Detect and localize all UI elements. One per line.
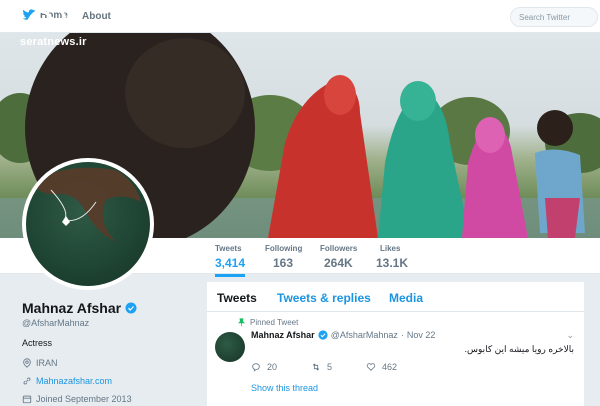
tweet-author[interactable]: Mahnaz Afshar xyxy=(251,330,315,340)
stat-value: 13.1K xyxy=(376,256,409,270)
profile-avatar[interactable] xyxy=(22,158,154,290)
chevron-down-icon[interactable]: ⌄ xyxy=(566,330,574,341)
profile-name-text: Mahnaz Afshar xyxy=(22,300,122,316)
watermark-text: seratnews.ir xyxy=(20,36,87,48)
retweet-button[interactable]: 5 xyxy=(311,362,332,372)
link-icon xyxy=(23,377,31,385)
nav-about[interactable]: About xyxy=(82,11,111,22)
profile-joined: Joined September 2013 xyxy=(22,394,132,404)
profile-website-link[interactable]: Mahnazafshar.com xyxy=(36,376,112,386)
seratnews-logo xyxy=(24,6,66,32)
profile-website[interactable]: Mahnazafshar.com xyxy=(22,376,112,386)
stat-label: Likes xyxy=(380,244,401,253)
show-thread-link[interactable]: Show this thread xyxy=(251,383,318,393)
profile-location-text: IRAN xyxy=(36,358,58,368)
profile-location: IRAN xyxy=(22,358,58,368)
top-nav: Home About Search Twitter xyxy=(0,0,600,33)
stat-following[interactable]: Following 163 xyxy=(265,244,302,270)
tab-media[interactable]: Media xyxy=(389,291,423,305)
reply-count: 20 xyxy=(267,362,278,372)
tweet-actions: 20 5 462 xyxy=(251,362,431,372)
stat-tweets[interactable]: Tweets 3,414 xyxy=(215,244,246,277)
avatar-photo xyxy=(31,167,141,242)
stat-label: Followers xyxy=(320,244,358,253)
stat-label: Tweets xyxy=(215,244,242,253)
like-count: 462 xyxy=(382,362,398,372)
tweet-separator: · xyxy=(400,330,404,340)
pinned-label: Pinned Tweet xyxy=(250,318,299,327)
location-pin-icon xyxy=(23,358,31,368)
reply-icon xyxy=(252,363,260,372)
verified-badge-icon xyxy=(318,330,328,340)
retweet-count: 5 xyxy=(327,362,333,372)
tab-tweets-replies[interactable]: Tweets & replies xyxy=(277,291,371,305)
profile-joined-text: Joined September 2013 xyxy=(36,394,132,404)
stat-value: 163 xyxy=(273,256,294,270)
tab-tweets[interactable]: Tweets xyxy=(217,291,257,305)
reply-button[interactable]: 20 xyxy=(251,362,277,372)
profile-handle[interactable]: @AfsharMahnaz xyxy=(22,318,89,328)
like-button[interactable]: 462 xyxy=(366,362,397,372)
profile-name: Mahnaz Afshar xyxy=(22,300,137,316)
tweet-header: Mahnaz Afshar @AfsharMahnaz · Nov 22 xyxy=(251,330,435,340)
tweet-date[interactable]: Nov 22 xyxy=(407,330,436,340)
stat-label: Following xyxy=(265,244,303,253)
tweet-text: بالاخره رویا میشه این کابوس. xyxy=(464,344,574,354)
verified-badge-icon xyxy=(125,302,137,314)
pinned-indicator: Pinned Tweet xyxy=(237,318,298,327)
retweet-icon xyxy=(312,363,320,371)
timeline: Tweets Tweets & replies Media Pinned Twe… xyxy=(207,282,584,406)
tweet-handle[interactable]: @AfsharMahnaz xyxy=(331,330,398,340)
calendar-icon xyxy=(22,395,32,404)
timeline-tabs: Tweets Tweets & replies Media xyxy=(207,282,584,312)
stat-value: 264K xyxy=(324,256,353,270)
pin-icon xyxy=(237,318,246,327)
stat-value: 3,414 xyxy=(215,256,246,270)
heart-icon xyxy=(366,363,376,371)
profile-bio: Actress xyxy=(22,338,53,348)
search-input[interactable]: Search Twitter xyxy=(510,7,598,27)
stat-likes[interactable]: Likes 13.1K xyxy=(376,244,408,270)
tweet-avatar[interactable] xyxy=(215,332,245,362)
stat-followers[interactable]: Followers 264K xyxy=(320,244,357,270)
